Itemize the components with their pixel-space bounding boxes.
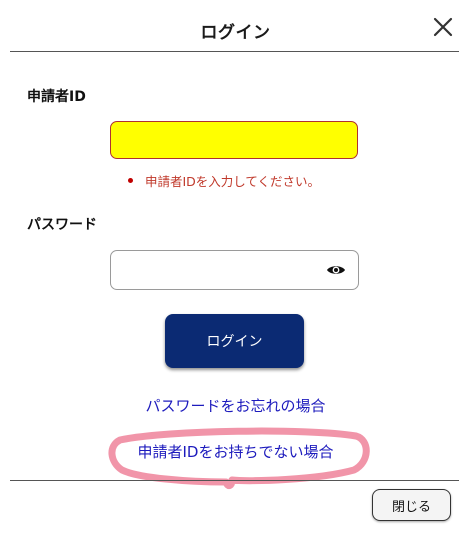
password-label: パスワード bbox=[27, 217, 97, 233]
applicant-id-input[interactable] bbox=[110, 121, 358, 159]
applicant-id-error: 申請者IDを入力してください。 bbox=[128, 171, 320, 190]
close-icon[interactable] bbox=[428, 12, 458, 42]
forgot-password-link[interactable]: パスワードをお忘れの場合 bbox=[0, 395, 471, 416]
error-bullet-icon bbox=[128, 178, 133, 183]
applicant-id-error-text: 申請者IDを入力してください。 bbox=[145, 174, 321, 189]
close-button[interactable]: 閉じる bbox=[372, 489, 451, 521]
password-field bbox=[110, 250, 359, 290]
header-divider bbox=[10, 51, 459, 52]
eye-icon[interactable] bbox=[325, 260, 347, 280]
applicant-id-label: 申請者ID bbox=[27, 89, 86, 105]
no-applicant-id-link[interactable]: 申請者IDをお持ちでない場合 bbox=[0, 441, 471, 462]
footer-divider bbox=[10, 480, 459, 481]
dialog-title: ログイン bbox=[200, 23, 271, 43]
login-button[interactable]: ログイン bbox=[165, 314, 304, 368]
login-dialog: ログイン 申請者ID 申請者IDを入力してください。 パスワード ログイン パス… bbox=[0, 0, 471, 541]
password-input[interactable] bbox=[112, 252, 332, 288]
